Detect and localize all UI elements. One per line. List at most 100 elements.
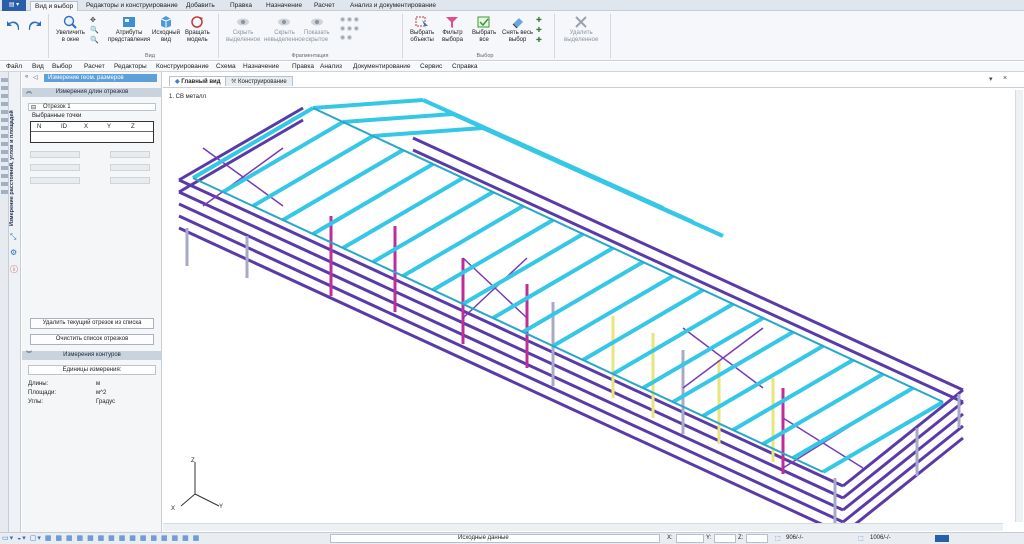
- result-field[interactable]: [30, 177, 80, 184]
- panel-collapse-icon[interactable]: «: [25, 74, 28, 80]
- points-table: N ID X Y Z: [30, 121, 154, 143]
- menu-calc[interactable]: Расчет: [84, 63, 105, 71]
- app-menu-button[interactable]: ▤ ▾: [2, 0, 26, 11]
- units-angle-label: Углы:: [28, 399, 44, 405]
- redo-icon[interactable]: [26, 17, 42, 35]
- menu-editors[interactable]: Редакторы: [114, 63, 147, 71]
- segment-collapse-icon[interactable]: ⊟: [31, 104, 36, 111]
- result-field[interactable]: [30, 164, 80, 171]
- group-fragment-label: Фрагментация: [291, 53, 329, 59]
- delete-selected-button[interactable]: Удалить выделенное: [564, 15, 598, 43]
- ribbon-tab-bar: ▤ ▾ Вид и выбор Редакторы и конструирова…: [0, 0, 1024, 11]
- tab-add[interactable]: Добавить: [182, 1, 219, 11]
- horizontal-scrollbar[interactable]: [163, 523, 1003, 531]
- coord-x-label: X:: [667, 535, 673, 541]
- menu-scheme[interactable]: Схема: [216, 63, 236, 71]
- tab-edit[interactable]: Правка: [226, 1, 256, 11]
- vertical-tab-strip: Измерение расстояний, углов и площадей ⤡…: [9, 72, 21, 532]
- eye-icon: [278, 18, 291, 26]
- tab-main-view[interactable]: ◈ Главный вид: [169, 76, 227, 86]
- viewport-dropdown-icon[interactable]: ▾: [989, 75, 993, 83]
- fragment-small-icons[interactable]: ◉ ◉ ◉ ◉ ◉ ◉ ◉ ◉: [340, 16, 359, 43]
- units-area-value: м^2: [96, 390, 107, 396]
- structure-3d-model[interactable]: [163, 88, 1024, 523]
- panel-title-row: « ◁ Измерение геом. размеров: [22, 74, 162, 82]
- status-toolbar-icons[interactable]: ▭▾ ◒▾ ▢▾ ▦ ▦ ▦ ▦ ▦ ▦ ▦ ▦ ▦ ▦ ▦ ▦ ▦ ▦ ▦: [2, 534, 200, 542]
- vtab-measure[interactable]: Измерение расстояний, углов и площадей: [9, 76, 21, 226]
- menu-analysis[interactable]: Анализ: [320, 63, 342, 71]
- section-lengths-header[interactable]: ︽ Измерения длин отрезков: [22, 88, 162, 97]
- eraser-icon: [512, 18, 523, 29]
- tab-construction[interactable]: ⚒ Конструирование: [225, 76, 293, 86]
- menu-docs[interactable]: Документирование: [353, 63, 411, 71]
- result-field[interactable]: [110, 151, 150, 158]
- undo-icon[interactable]: [6, 17, 22, 35]
- units-length-label: Длины:: [28, 381, 49, 387]
- panel-title: Измерение геом. размеров: [44, 74, 157, 82]
- clear-segments-button[interactable]: Очистить список отрезков: [30, 334, 154, 345]
- hide-selected-button[interactable]: Скрыть выделенное: [226, 15, 260, 43]
- tab-assign[interactable]: Назначение: [262, 1, 306, 11]
- cube-icon: [160, 16, 172, 28]
- zoom-window-button[interactable]: Увеличить в окне: [56, 15, 85, 43]
- node-count: 906/-/-: [786, 535, 804, 541]
- menu-help[interactable]: Справка: [452, 63, 478, 71]
- select-objects-button[interactable]: Выбрать объекты: [410, 15, 434, 43]
- select-small-icons[interactable]: ✚ ✚ ✚: [536, 16, 542, 46]
- clear-selection-button[interactable]: Снять весь выбор: [502, 15, 533, 43]
- model-viewport[interactable]: ◈ Главный вид ⚒ Конструирование ▾ × 1. С…: [163, 72, 1024, 532]
- tab-view-select[interactable]: Вид и выбор: [30, 1, 79, 11]
- menu-view[interactable]: Вид: [32, 63, 44, 71]
- coord-y-label: Y:: [706, 535, 712, 541]
- points-table-header: N ID X Y Z: [31, 122, 153, 132]
- vertical-scrollbar[interactable]: [1015, 90, 1023, 522]
- coord-z-label: Z:: [738, 535, 744, 541]
- menu-edit[interactable]: Правка: [292, 63, 314, 71]
- menu-design[interactable]: Конструирование: [156, 63, 209, 71]
- units-angle-value: Градус: [96, 399, 116, 405]
- viewport-close-icon[interactable]: ×: [1003, 75, 1007, 82]
- select-filter-button[interactable]: Фильтр выбора: [442, 15, 463, 43]
- group-select-label: Выбор: [476, 53, 494, 59]
- select-cursor-icon: [415, 16, 429, 29]
- eye-icon: [310, 18, 323, 26]
- left-toolbar-handles[interactable]: [1, 78, 8, 198]
- segment-row[interactable]: ⊟ Отрезок 1: [28, 103, 156, 111]
- menu-select[interactable]: Выбор: [52, 63, 72, 71]
- result-field[interactable]: [110, 177, 150, 184]
- select-all-button[interactable]: Выбрать все: [472, 15, 496, 43]
- element-count: 1006/-/-: [870, 535, 891, 541]
- tab-calc[interactable]: Расчет: [310, 1, 339, 11]
- axis-gizmo: [180, 462, 220, 507]
- menu-service[interactable]: Сервис: [420, 63, 442, 71]
- measurement-panel: « ◁ Измерение геом. размеров ︽ Измерения …: [22, 72, 162, 532]
- units-area-label: Площади:: [28, 390, 57, 396]
- rotate-model-button[interactable]: Вращать модель: [185, 15, 210, 43]
- view-attributes-button[interactable]: Атрибуты представления: [108, 15, 150, 43]
- progress-indicator: [935, 535, 949, 542]
- menu-assign[interactable]: Назначение: [243, 63, 279, 71]
- menu-file[interactable]: Файл: [6, 63, 22, 71]
- coord-y-field: [714, 534, 736, 543]
- measure-tool-icon[interactable]: ⤡: [10, 232, 20, 242]
- result-field[interactable]: [30, 151, 80, 158]
- tab-analysis[interactable]: Анализ и документирование: [346, 1, 440, 11]
- axis-x-label: X: [171, 506, 176, 512]
- tab-editors[interactable]: Редакторы и конструирование: [82, 1, 182, 11]
- delete-segment-button[interactable]: Удалить текущий отрезок из списка: [30, 318, 154, 329]
- select-all-icon: [477, 16, 490, 28]
- node-icon: ⬚: [775, 536, 781, 542]
- panel-back-icon[interactable]: ◁: [33, 74, 38, 81]
- show-hidden-button[interactable]: Показать скрытое: [304, 15, 330, 43]
- result-field[interactable]: [110, 164, 150, 171]
- result-fields: [30, 151, 155, 187]
- coord-z-field: [746, 534, 768, 543]
- initial-view-button[interactable]: Исходный вид: [152, 15, 180, 43]
- info-tool-icon[interactable]: ⓘ: [10, 264, 20, 274]
- section-contours-header[interactable]: ︾ Измерения контуров: [22, 351, 162, 360]
- units-length-value: м: [96, 381, 101, 387]
- settings-tool-icon[interactable]: ⚙: [10, 248, 20, 258]
- hide-unselected-button[interactable]: Скрыть невыделенное: [264, 15, 305, 43]
- small-zoom-icons[interactable]: ✥ 🔍 🔍: [90, 16, 100, 46]
- zoom-window-label: Увеличить в окне: [56, 30, 85, 43]
